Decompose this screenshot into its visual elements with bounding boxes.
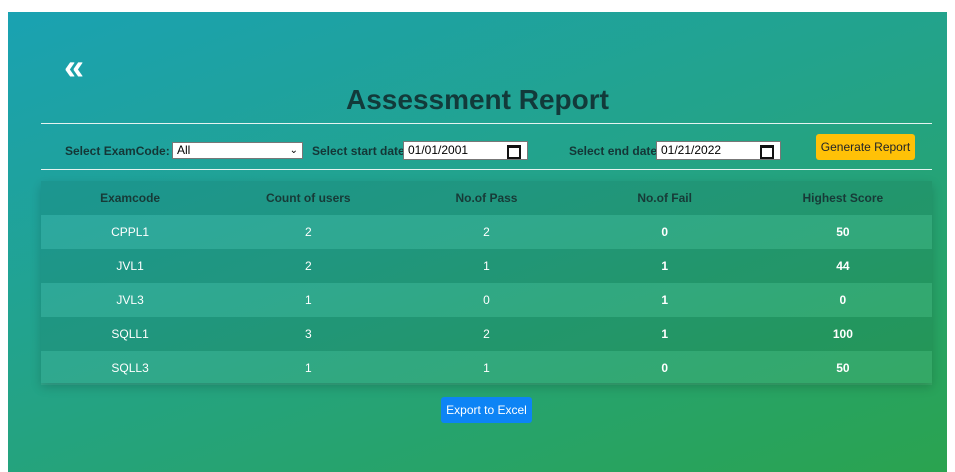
cell-fail: 1 (575, 249, 754, 283)
cell-score: 50 (753, 215, 932, 249)
cell-count: 2 (219, 249, 398, 283)
cell-examcode: JVL3 (41, 283, 220, 317)
end-date-input[interactable]: 01/21/2022 (656, 141, 781, 160)
table-row: JVL3 1 0 1 0 (41, 283, 932, 317)
report-table: Examcode Count of users No.of Pass No.of… (41, 181, 932, 385)
col-fail: No.of Fail (575, 181, 754, 215)
cell-examcode: JVL1 (41, 249, 220, 283)
cell-count: 1 (219, 351, 398, 385)
cell-count: 3 (219, 317, 398, 351)
cell-pass: 1 (397, 351, 576, 385)
cell-pass: 1 (397, 249, 576, 283)
export-to-excel-button[interactable]: Export to Excel (441, 397, 532, 423)
calendar-icon[interactable] (760, 145, 774, 159)
cell-fail: 1 (575, 283, 754, 317)
calendar-icon[interactable] (507, 145, 521, 159)
cell-pass: 0 (397, 283, 576, 317)
generate-report-button[interactable]: Generate Report (816, 134, 915, 160)
table-row: SQLL3 1 1 0 50 (41, 351, 932, 385)
filter-bar: Select ExamCode: All ⌄ Select start date… (41, 130, 932, 166)
table-row: SQLL1 3 2 1 100 (41, 317, 932, 351)
cell-score: 50 (753, 351, 932, 385)
cell-pass: 2 (397, 215, 576, 249)
chevron-down-icon: ⌄ (289, 145, 298, 156)
cell-count: 2 (219, 215, 398, 249)
cell-examcode: SQLL1 (41, 317, 220, 351)
cell-score: 44 (753, 249, 932, 283)
exam-code-label: Select ExamCode: (65, 144, 170, 158)
cell-pass: 2 (397, 317, 576, 351)
table-header-row: Examcode Count of users No.of Pass No.of… (41, 181, 932, 215)
exam-code-select[interactable]: All ⌄ (172, 142, 303, 159)
cell-count: 1 (219, 283, 398, 317)
divider (41, 123, 932, 124)
cell-fail: 0 (575, 351, 754, 385)
table-row: JVL1 2 1 1 44 (41, 249, 932, 283)
start-date-label: Select start date: (312, 144, 409, 158)
cell-score: 100 (753, 317, 932, 351)
table-row: CPPL1 2 2 0 50 (41, 215, 932, 249)
col-count-users: Count of users (219, 181, 398, 215)
cell-fail: 0 (575, 215, 754, 249)
col-pass: No.of Pass (397, 181, 576, 215)
start-date-input[interactable]: 01/01/2001 (403, 141, 528, 160)
page-title: Assessment Report (346, 84, 609, 115)
col-examcode: Examcode (41, 181, 220, 215)
back-button[interactable]: « (64, 49, 98, 85)
double-chevron-left-icon: « (64, 46, 85, 87)
start-date-value: 01/01/2001 (408, 143, 469, 157)
divider (41, 169, 932, 170)
exam-code-value: All (177, 143, 191, 157)
col-highest-score: Highest Score (753, 181, 932, 215)
cell-score: 0 (753, 283, 932, 317)
cell-examcode: CPPL1 (41, 215, 220, 249)
cell-examcode: SQLL3 (41, 351, 220, 385)
end-date-label: Select end date: (569, 144, 662, 158)
end-date-value: 01/21/2022 (661, 143, 722, 157)
cell-fail: 1 (575, 317, 754, 351)
